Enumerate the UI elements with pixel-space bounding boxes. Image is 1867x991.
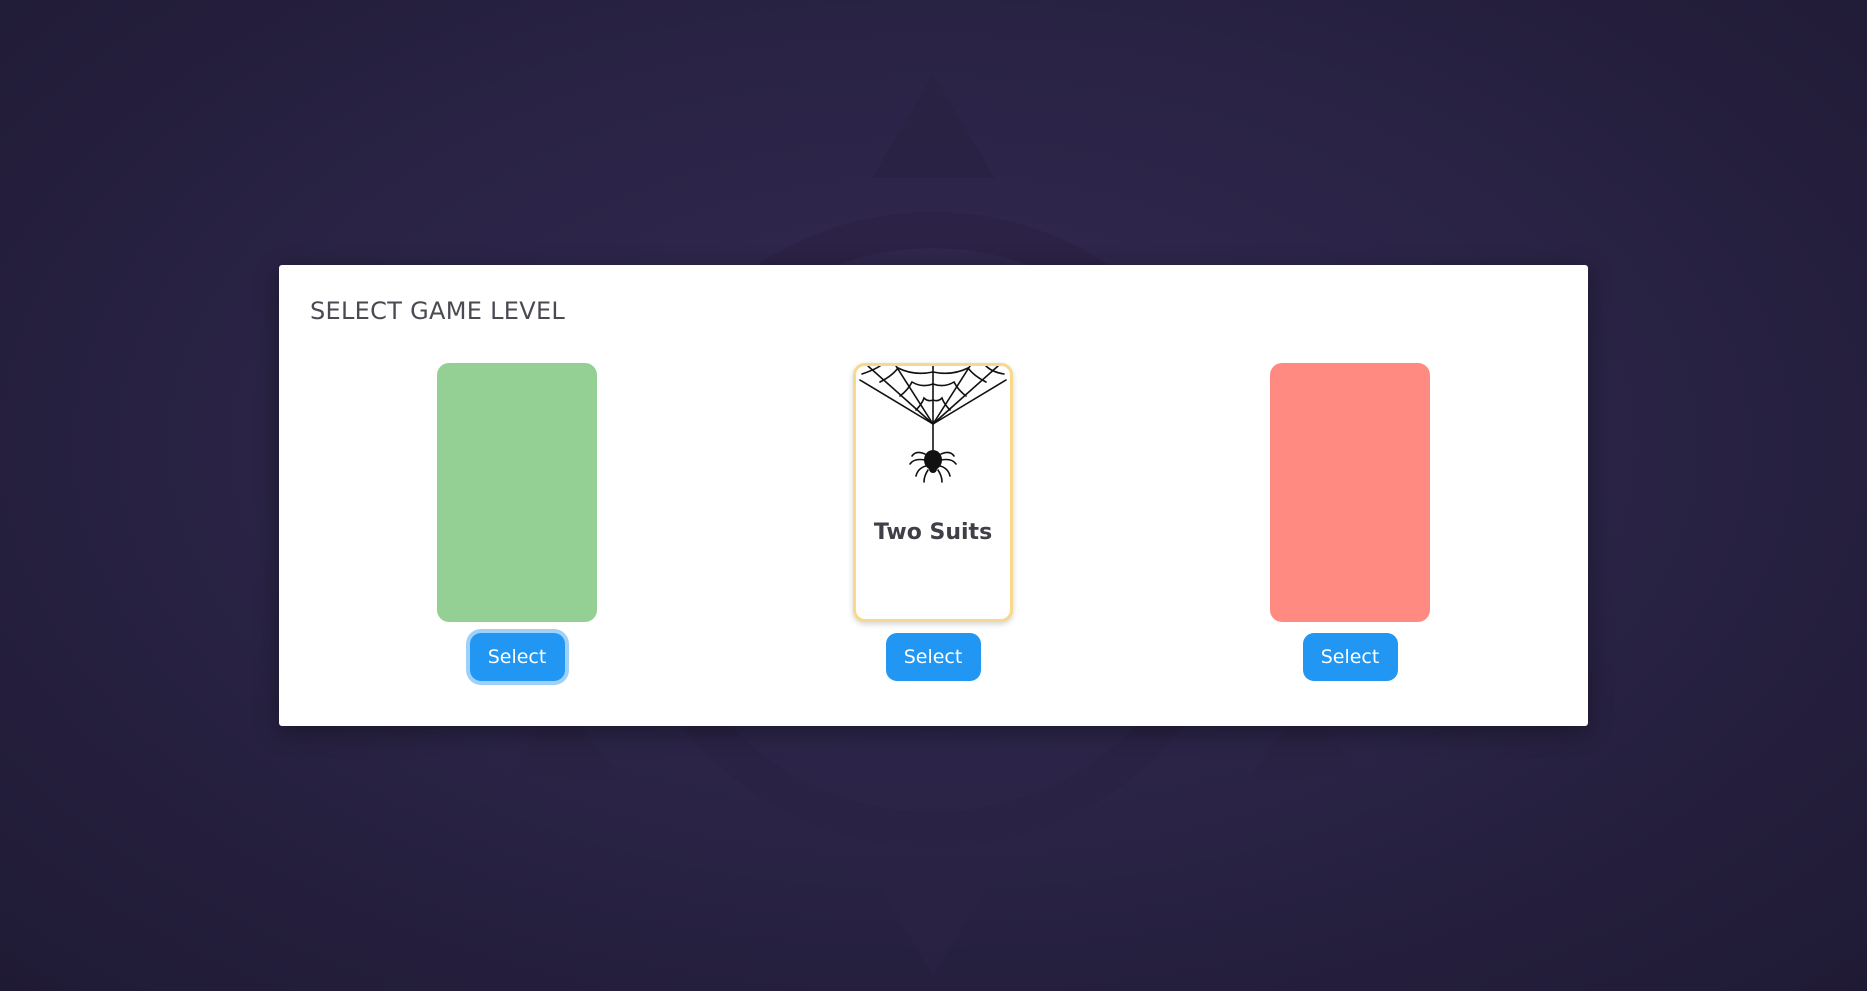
level-option-1: Select	[437, 363, 597, 681]
level-option-3: Select	[1270, 363, 1430, 681]
select-button-level-3[interactable]: Select	[1302, 633, 1398, 681]
spider-web-icon	[859, 366, 1007, 483]
level-select-dialog: SELECT GAME LEVEL Select Two Suits Selec…	[279, 265, 1588, 726]
select-button-level-1[interactable]: Select	[469, 633, 565, 681]
level-card-green[interactable]	[437, 363, 597, 622]
dialog-title: SELECT GAME LEVEL	[310, 297, 566, 325]
level-option-2: Two Suits Select	[853, 363, 1013, 681]
select-button-level-2[interactable]: Select	[885, 633, 981, 681]
level-name: Two Suits	[873, 520, 993, 545]
level-card-two-suits[interactable]: Two Suits	[853, 363, 1013, 622]
level-card-red[interactable]	[1270, 363, 1430, 622]
